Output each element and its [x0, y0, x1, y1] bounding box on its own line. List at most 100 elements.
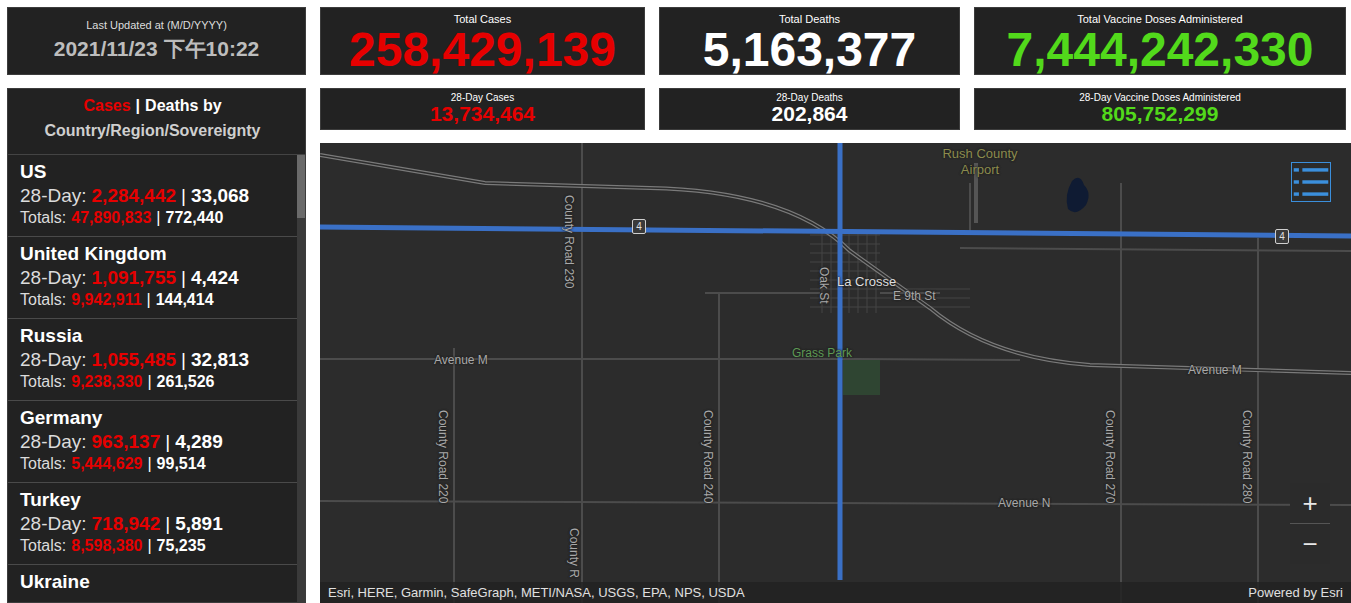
separator: |	[181, 349, 186, 370]
map-label: Avenue M	[434, 353, 488, 367]
period-card: 28-Day Vaccine Doses Administered805,752…	[974, 88, 1346, 130]
map-label: County R	[567, 528, 581, 578]
dashboard: Last Updated at (M/D/YYYY)2021/11/23 下午1…	[0, 0, 1351, 603]
period-line: 28-Day:963,137|4,289	[20, 430, 287, 454]
period-cases: 1,091,755	[92, 267, 177, 288]
period-deaths: 5,891	[175, 513, 223, 534]
period-line: 28-Day:718,942|5,891	[20, 512, 287, 536]
period-cases: 963,137	[92, 431, 161, 452]
map-label: County Road 230	[562, 195, 576, 288]
scrollbar[interactable]	[297, 155, 305, 602]
country-item[interactable]: US28-Day:2,284,442|33,068Totals: 47,890,8…	[8, 155, 305, 237]
list-icon	[1292, 163, 1330, 201]
period-value: 13,734,464	[430, 103, 535, 125]
totals-line: Totals:5,444,629|99,514	[20, 454, 287, 475]
legend-list-icon[interactable]	[1291, 162, 1331, 202]
total-deaths: 99,514	[157, 455, 206, 472]
map-label: County Road 220	[436, 410, 450, 503]
country-item[interactable]: Germany28-Day:963,137|4,289Totals:5,444,…	[8, 401, 305, 483]
country-name: Germany	[20, 407, 287, 430]
totals-line: Totals:9,942,911|144,414	[20, 290, 287, 311]
total-value: 5,163,377	[703, 25, 917, 75]
totals-label: Totals:	[20, 209, 66, 226]
totals-label: Totals:	[20, 291, 66, 308]
separator: |	[147, 537, 151, 554]
period-deaths: 32,813	[191, 349, 249, 370]
total-value: 258,429,139	[349, 25, 616, 75]
total-label: Total Cases	[454, 13, 511, 25]
country-list: Cases|Deaths byCountry/Region/Sovereignt…	[7, 88, 306, 603]
map-label: La Crosse	[837, 274, 896, 289]
country-item[interactable]: Ukraine	[8, 565, 305, 603]
period-label: 28-Day Vaccine Doses Administered	[1079, 92, 1241, 103]
country-item[interactable]: Russia28-Day:1,055,485|32,813Totals: 9,23…	[8, 319, 305, 401]
total-value: 7,444,242,330	[1007, 25, 1314, 75]
period-line: 28-Day:1,091,755|4,424	[20, 266, 287, 290]
map-label: Rush County Airport	[930, 146, 1030, 177]
title-separator: |	[136, 97, 140, 114]
period-line: 28-Day:2,284,442|33,068	[20, 184, 287, 208]
attribution-text: Esri, HERE, Garmin, SafeGraph, METI/NASA…	[328, 585, 745, 600]
powered-by[interactable]: Powered by Esri	[1248, 585, 1343, 600]
zoom-out-button[interactable]: −	[1290, 523, 1330, 564]
period-card: 28-Day Cases13,734,464	[320, 88, 645, 130]
map-label: Avenue N	[998, 496, 1050, 510]
period-deaths: 33,068	[191, 185, 249, 206]
period-value: 202,864	[772, 103, 848, 125]
separator: |	[181, 267, 186, 288]
period-deaths: 4,289	[175, 431, 223, 452]
period-cases: 718,942	[92, 513, 161, 534]
total-cases: 5,444,629	[71, 455, 142, 472]
map-label: Grass Park	[792, 346, 852, 360]
country-name: Turkey	[20, 489, 287, 512]
zoom-control: +−	[1290, 483, 1330, 564]
totals-label: Totals:	[20, 373, 66, 390]
route-shield-icon: 4	[1275, 229, 1289, 244]
last-updated-value: 2021/11/23 下午10:22	[54, 35, 260, 63]
separator: |	[156, 209, 160, 226]
separator: |	[147, 373, 151, 390]
period-label: 28-Day:	[20, 267, 87, 288]
country-item[interactable]: United Kingdom28-Day:1,091,755|4,424Tota…	[8, 237, 305, 319]
period-card: 28-Day Deaths202,864	[659, 88, 960, 130]
totals-line: Totals:9,238,330|261,526	[20, 372, 287, 393]
total-card: Total Vaccine Doses Administered7,444,24…	[974, 7, 1346, 75]
separator: |	[147, 291, 151, 308]
total-cases: 9,238,330	[71, 373, 142, 390]
separator: |	[165, 513, 170, 534]
country-item[interactable]: Turkey28-Day:718,942|5,891Totals:8,598,3…	[8, 483, 305, 565]
list-header: Cases|Deaths byCountry/Region/Sovereignt…	[8, 89, 305, 155]
country-name: US	[20, 161, 287, 184]
total-deaths: 75,235	[157, 537, 206, 554]
cases-tab[interactable]: Cases	[83, 97, 130, 114]
country-name: United Kingdom	[20, 243, 287, 266]
zoom-in-button[interactable]: +	[1290, 483, 1330, 523]
total-card: Total Cases258,429,139	[320, 7, 645, 75]
separator: |	[165, 431, 170, 452]
list-title: Cases | Deaths by	[14, 97, 291, 115]
map-label: Oak St	[817, 267, 831, 304]
period-label: 28-Day:	[20, 513, 87, 534]
map[interactable]: Rush County Airport La Crosse Oak St E 9th …	[320, 143, 1351, 603]
separator: |	[147, 455, 151, 472]
map-label: Avenue M	[1188, 363, 1242, 377]
total-card: Total Deaths5,163,377	[659, 7, 960, 75]
period-label: 28-Day:	[20, 431, 87, 452]
period-line: 28-Day:1,055,485|32,813	[20, 348, 287, 372]
scrollbar-thumb[interactable]	[297, 155, 305, 218]
period-deaths: 4,424	[191, 267, 239, 288]
total-cases: 47,890,833	[71, 209, 151, 226]
last-updated-card: Last Updated at (M/D/YYYY)2021/11/23 下午1…	[7, 7, 306, 75]
totals-line: Totals:47,890,833|772,440	[20, 208, 287, 229]
map-label: County Road 280	[1240, 410, 1254, 503]
separator: |	[181, 185, 186, 206]
period-cases: 2,284,442	[92, 185, 177, 206]
map-label: E 9th St	[893, 289, 936, 303]
totals-line: Totals:8,598,380|75,235	[20, 536, 287, 557]
total-cases: 9,942,911	[71, 291, 141, 308]
route-shield-icon: 4	[632, 219, 646, 234]
country-name: Russia	[20, 325, 287, 348]
total-cases: 8,598,380	[71, 537, 142, 554]
map-label: County Road 240	[701, 410, 715, 503]
deaths-tab[interactable]: Deaths by	[145, 97, 221, 114]
